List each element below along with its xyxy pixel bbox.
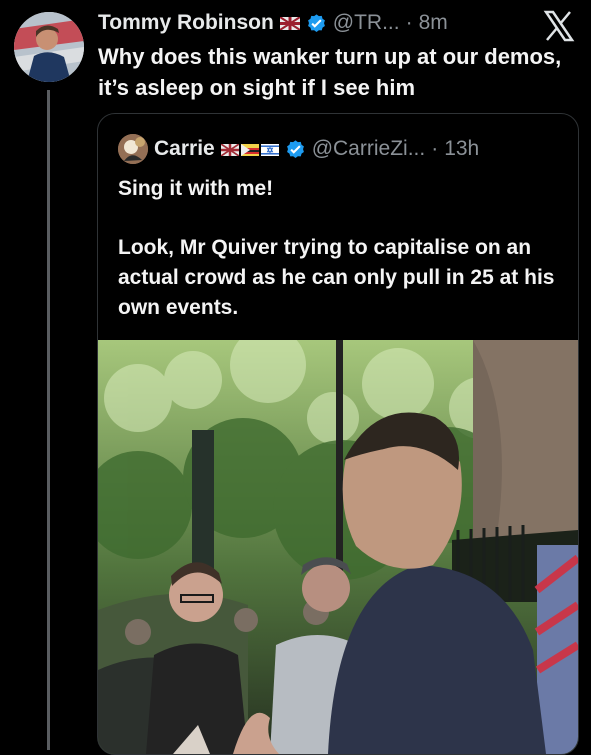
quoted-time-separator: ·: [431, 137, 439, 160]
quoted-author-avatar[interactable]: [118, 134, 148, 164]
quoted-tweet-header: Carrie @CarrieZi... · 13h: [118, 134, 479, 164]
tweet-time[interactable]: 8m: [419, 11, 448, 35]
x-logo-icon[interactable]: [541, 8, 577, 44]
tweet-text: Why does this wanker turn up at our demo…: [98, 44, 562, 100]
quoted-video-media[interactable]: [98, 340, 578, 754]
author-name[interactable]: Tommy Robinson: [98, 11, 274, 35]
author-handle[interactable]: @TR...: [333, 11, 400, 35]
tweet-header: Tommy Robinson @TR... · 8m: [98, 8, 531, 38]
zimbabwe-flag-icon: [240, 143, 259, 156]
verified-badge-icon: [307, 13, 325, 32]
thread-line: [47, 90, 50, 750]
author-avatar[interactable]: [14, 12, 84, 82]
quoted-paragraph: Sing it with me!: [118, 177, 274, 200]
quoted-tweet-time[interactable]: 13h: [444, 137, 479, 161]
quoted-author-flags: [220, 143, 279, 157]
quoted-tweet-text: Sing it with me! Look, Mr Quiver trying …: [118, 174, 563, 352]
israel-flag-icon: [260, 143, 279, 156]
quoted-author-handle[interactable]: @CarrieZi...: [312, 137, 426, 161]
uk-flag-icon: [220, 143, 240, 157]
quoted-tweet-card[interactable]: Carrie @CarrieZi... · 13h Sing it with m…: [97, 113, 579, 755]
quoted-author-name[interactable]: Carrie: [154, 137, 215, 161]
quoted-paragraph: Look, Mr Quiver trying to capitalise on …: [118, 236, 555, 319]
uk-flag-icon: [279, 16, 300, 30]
time-separator: ·: [405, 11, 413, 34]
crowd-photo: [98, 340, 578, 754]
quoted-verified-badge-icon: [286, 139, 304, 158]
